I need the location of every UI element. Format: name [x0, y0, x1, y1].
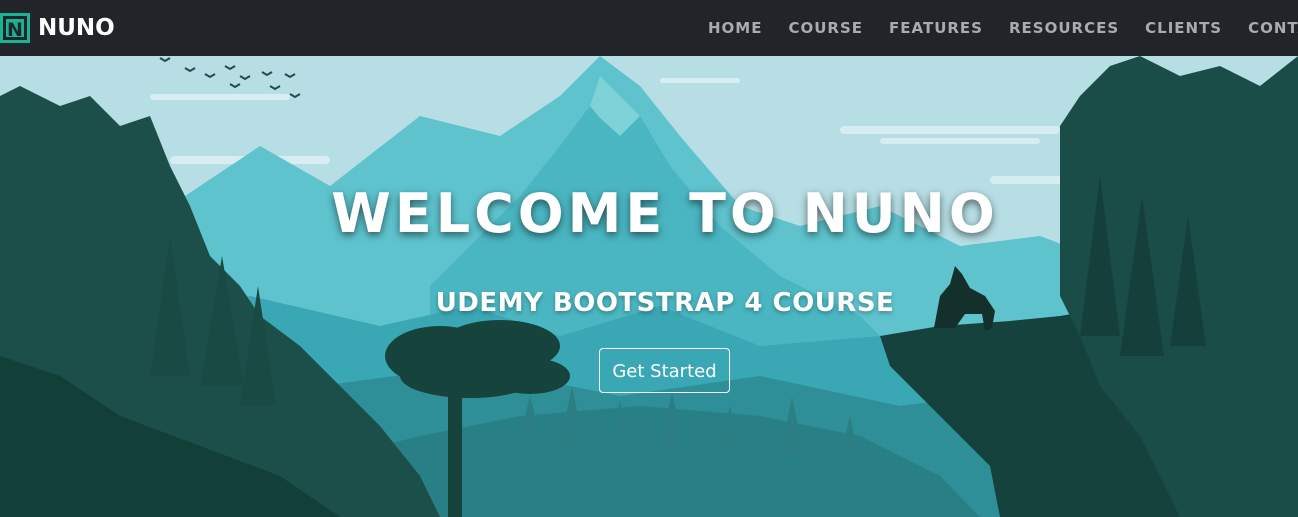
hero-content: WELCOME TO NUNO UDEMY BOOTSTRAP 4 COURSE…	[0, 56, 1298, 517]
hero-section: WELCOME TO NUNO UDEMY BOOTSTRAP 4 COURSE…	[0, 56, 1298, 517]
brand[interactable]: N NUNO	[0, 11, 115, 45]
logo-letter: N	[7, 19, 23, 41]
nav-links: HOME COURSE FEATURES RESOURCES CLIENTS C…	[695, 0, 1298, 56]
nav-link-contact[interactable]: CONTA	[1235, 19, 1298, 37]
nav-link-features[interactable]: FEATURES	[876, 19, 996, 37]
nav-link-course[interactable]: COURSE	[775, 19, 876, 37]
nav-link-resources[interactable]: RESOURCES	[996, 19, 1132, 37]
nav-link-home[interactable]: HOME	[695, 19, 775, 37]
get-started-button[interactable]: Get Started	[599, 348, 730, 393]
brand-name: NUNO	[38, 15, 115, 41]
navbar: N NUNO HOME COURSE FEATURES RESOURCES CL…	[0, 0, 1298, 56]
hero-title: WELCOME TO NUNO	[331, 182, 999, 245]
nav-link-clients[interactable]: CLIENTS	[1132, 19, 1235, 37]
hero-subtitle: UDEMY BOOTSTRAP 4 COURSE	[435, 288, 895, 318]
nuno-logo-icon: N	[0, 13, 30, 43]
